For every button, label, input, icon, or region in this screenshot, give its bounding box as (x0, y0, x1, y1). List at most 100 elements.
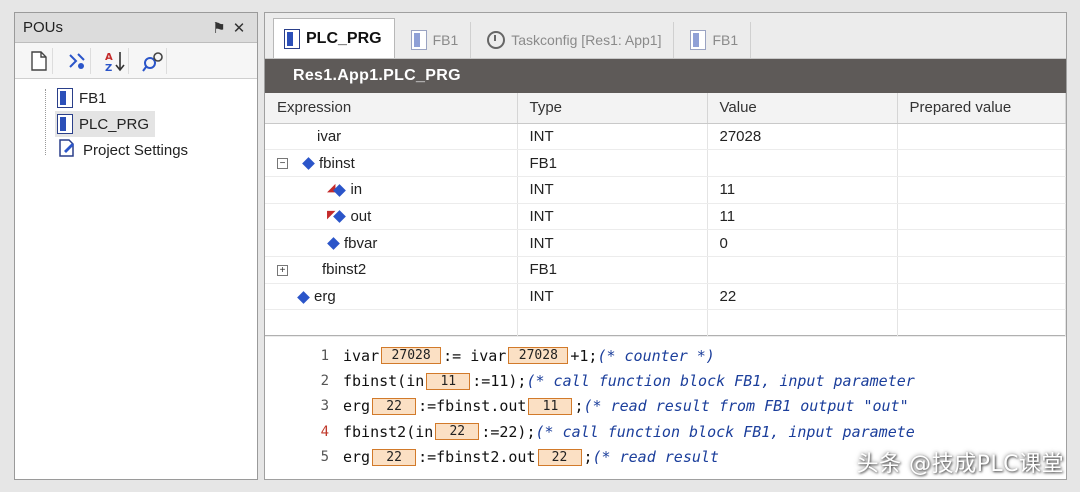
tree-connector-line (45, 89, 46, 155)
properties-icon[interactable] (63, 47, 91, 74)
cell-prepared-value[interactable] (897, 203, 1066, 231)
expression-label: erg (314, 287, 336, 305)
cell-expression: ◢ in (265, 176, 518, 204)
cell-type: INT (517, 229, 708, 257)
find-icon[interactable] (139, 47, 167, 74)
code-token: ; (583, 448, 593, 467)
watch-row[interactable]: ◤ out INT 11 (265, 203, 1066, 231)
inline-monitor-value: 27028 (508, 347, 569, 365)
cell-value: 11 (707, 203, 898, 231)
tab-label: FB1 (432, 32, 459, 48)
document-title: Res1.App1.PLC_PRG (293, 67, 461, 84)
cell-prepared-value[interactable] (897, 309, 1066, 337)
document-title-bar: Res1.App1.PLC_PRG (265, 59, 1066, 93)
program-icon (57, 114, 73, 134)
code-comment: (* call function block FB1, input parame… (535, 422, 915, 441)
code-token: +1; (570, 346, 598, 365)
variable-icon (297, 290, 310, 304)
cell-value: 27028 (707, 123, 898, 151)
inline-monitor-value: 22 (372, 448, 417, 466)
watch-row[interactable]: + fbinst2 FB1 (265, 256, 1066, 284)
watch-row[interactable]: fbvar INT 0 (265, 229, 1066, 257)
code-token: :=22); (481, 422, 536, 441)
cell-prepared-value[interactable] (897, 229, 1066, 257)
cell-value: 11 (707, 176, 898, 204)
tree-item-project-settings[interactable]: Project Settings (55, 137, 194, 163)
cell-type: INT (517, 123, 708, 151)
line-number: 1 (320, 347, 329, 364)
code-line[interactable]: 4 fbinst2(in 22:=22); (* call function blo… (265, 419, 1066, 444)
inline-monitor-value: 11 (528, 397, 573, 415)
project-settings-icon (57, 138, 77, 162)
code-comment: (* counter *) (597, 346, 715, 365)
inline-monitor-value: 22 (537, 448, 582, 466)
close-icon[interactable]: ✕ (229, 19, 249, 37)
column-header-expression[interactable]: Expression (265, 93, 518, 124)
cell-value (707, 309, 898, 337)
tree-item-label: FB1 (79, 89, 107, 107)
pin-icon[interactable]: ⚑ (209, 19, 229, 37)
task-config-icon (487, 31, 506, 49)
collapse-icon[interactable]: − (277, 158, 288, 170)
watch-row[interactable]: erg INT 22 (265, 283, 1066, 311)
code-token: ivar (343, 346, 380, 365)
tree-item-plc-prg[interactable]: PLC_PRG (55, 111, 156, 137)
code-token: := ivar (443, 346, 507, 365)
code-token: fbinst(in (343, 372, 425, 391)
expression-label: in (350, 181, 363, 199)
new-object-icon[interactable] (25, 47, 53, 74)
tree-item-label: Project Settings (83, 141, 189, 159)
function-block-icon (690, 30, 707, 50)
expression-label: fbinst2 (322, 261, 367, 279)
tab-fb1[interactable]: FB1 (401, 22, 472, 58)
tab-plc-prg[interactable]: PLC_PRG (273, 18, 395, 58)
tab-label: FB1 (712, 32, 739, 48)
watch-header-row: Expression Type Value Prepared value (265, 93, 1066, 124)
tab-taskconfig[interactable]: Taskconfig [Res1: App1] (477, 22, 675, 58)
cell-prepared-value[interactable] (897, 283, 1066, 311)
code-token: fbinst2(in (343, 422, 434, 441)
expression-label: ivar (317, 127, 342, 145)
cell-value: 0 (707, 229, 898, 257)
cell-expression (265, 309, 518, 337)
inline-monitor-value: 11 (426, 372, 471, 390)
cell-prepared-value[interactable] (897, 256, 1066, 284)
code-line[interactable]: 2 fbinst(in 11:=11); (* call function bloc… (265, 368, 1066, 393)
inline-monitor-value: 27028 (381, 347, 442, 365)
column-header-type[interactable]: Type (517, 93, 708, 124)
expand-icon[interactable]: + (277, 264, 288, 276)
code-line[interactable]: 3 erg 22:=fbinst.out 11; (* read result fro… (265, 394, 1066, 419)
code-line[interactable]: 1 ivar 27028 := ivar 27028 +1; (* counter *) (265, 343, 1066, 368)
sort-az-icon[interactable]: AZ (101, 47, 129, 74)
cell-prepared-value[interactable] (897, 149, 1066, 177)
cell-value (707, 256, 898, 284)
inline-monitor-value: 22 (372, 397, 417, 415)
pou-panel-header: POUs ⚑ ✕ (15, 13, 257, 43)
watch-row[interactable]: − fbinst FB1 (265, 149, 1066, 177)
tree-item-fb1[interactable]: FB1 (55, 85, 113, 111)
editor-area: PLC_PRG FB1 Taskconfig [Res1: App1] FB1 … (264, 12, 1067, 480)
cell-expression: + fbinst2 (265, 256, 518, 284)
cell-type (517, 309, 708, 337)
cell-prepared-value[interactable] (897, 176, 1066, 204)
variable-icon (333, 210, 347, 224)
cell-type: INT (517, 203, 708, 231)
pou-panel-title: POUs (23, 19, 64, 36)
watch-row[interactable]: ivar INT 27028 (265, 123, 1066, 151)
column-header-value[interactable]: Value (707, 93, 898, 124)
tab-label: Taskconfig [Res1: App1] (511, 32, 662, 48)
column-header-prepared-value[interactable]: Prepared value (897, 93, 1066, 124)
cell-prepared-value[interactable] (897, 123, 1066, 151)
tab-fb1-instance[interactable]: FB1 (680, 22, 752, 58)
cell-value (707, 149, 898, 177)
cell-expression: erg (265, 283, 518, 311)
watch-row[interactable] (265, 309, 1066, 337)
code-token: ; (574, 397, 584, 416)
watch-table: Expression Type Value Prepared value iva… (265, 93, 1066, 337)
variable-icon (327, 237, 340, 250)
cell-expression: ivar (265, 123, 518, 151)
code-token: erg (343, 397, 371, 416)
cell-value: 22 (707, 283, 898, 311)
svg-text:A: A (105, 52, 113, 63)
watch-row[interactable]: ◢ in INT 11 (265, 176, 1066, 204)
